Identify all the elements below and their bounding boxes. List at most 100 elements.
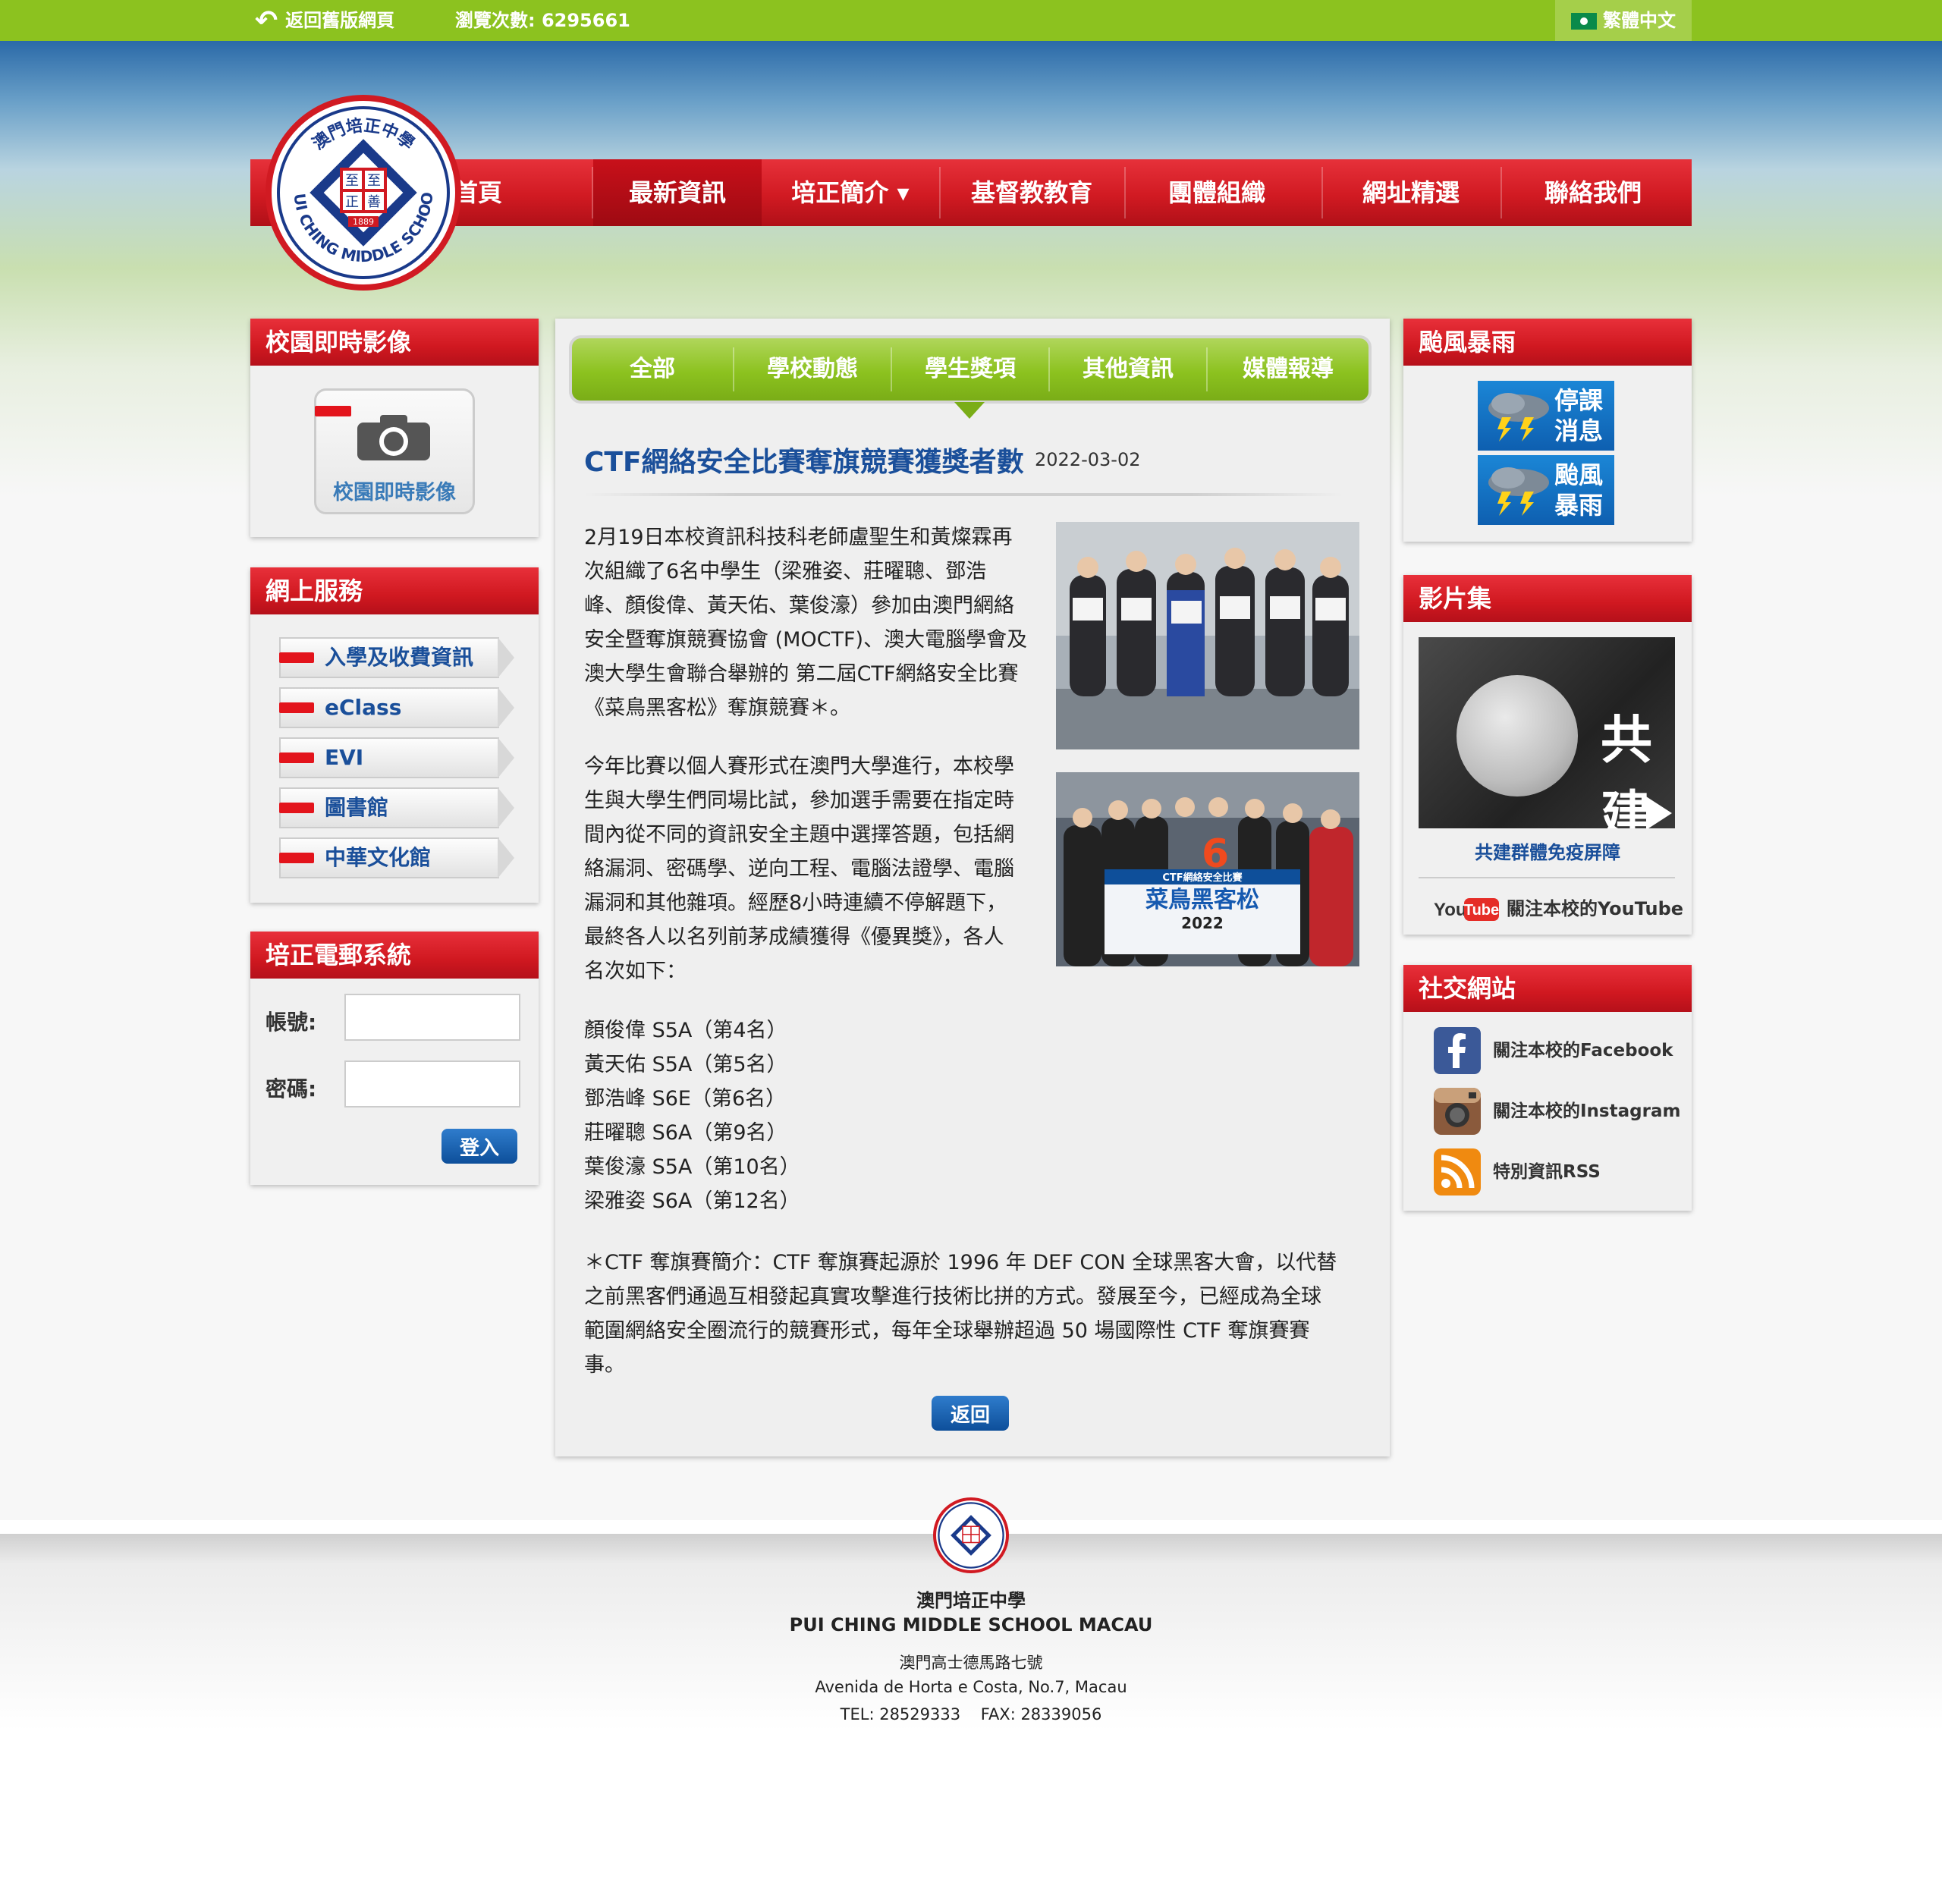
video-caption-link[interactable]: 共建群體免疫屏障 [1403,837,1692,864]
typhoon-rainstorm-button[interactable]: 颱風暴雨 [1478,455,1614,525]
photo-overlay-number: 6 [1202,831,1230,877]
video-thumbnail[interactable]: 共建 [1419,637,1675,828]
divider [1419,877,1675,878]
footer-school-name-en: PUI CHING MIDDLE SCHOOL MACAU [789,1614,1153,1635]
tab-media-reports[interactable]: 媒體報導 [1208,338,1369,401]
youtube-follow-link[interactable]: 關注本校的YouTube [1507,895,1683,922]
text-line: 生與大學生們同場比試，參加選手需要在指定時 [584,789,1014,812]
winner-item: 黃天佑 S5A（第5名） [584,1053,787,1076]
storm-cloud-icon [1488,393,1549,441]
service-eclass[interactable]: eClass [279,687,516,728]
svg-text:至: 至 [345,173,359,189]
language-selector[interactable]: 繁體中文 [1555,0,1692,41]
svg-text:至: 至 [367,173,381,189]
tab-school-news[interactable]: 學校動態 [734,338,891,401]
school-crest-icon [938,1502,1004,1569]
service-arrow-tip [498,787,514,828]
text-line: 事。 [584,1353,625,1377]
macau-flag-icon [1571,13,1597,30]
visit-counter: 瀏覽次數: 6295661 [455,10,630,31]
login-button[interactable]: 登入 [442,1129,517,1164]
team-banner-photo[interactable]: 菜鳥黑客松 CTF網絡安全比賽 2022 6 [1056,772,1359,966]
award-group-photo[interactable] [1056,522,1359,749]
service-arrow-tip [498,837,514,878]
main-content: 全部 學校動態 學生獎項 其他資訊 媒體報導 CTF網絡安全比賽奪旗競賽獲獎者數… [555,319,1390,1456]
service-admission-fees[interactable]: 入學及收費資訊 [279,637,516,678]
red-flag-marker [279,853,314,863]
panel-title: 影片集 [1403,575,1692,622]
password-input[interactable] [344,1060,520,1108]
tab-student-awards[interactable]: 學生獎項 [892,338,1048,401]
video-gallery-panel: 影片集 共建 共建群體免疫屏障 You Tube 關注本校的YouTube [1403,575,1692,935]
service-library[interactable]: 圖書館 [279,787,516,828]
back-button[interactable]: 返回 [932,1396,1009,1431]
red-flag-marker [279,652,314,663]
winner-item: 梁雅姿 S6A（第12名） [584,1189,800,1213]
group-photo-image [1056,522,1359,749]
facebook-icon [1434,1027,1481,1074]
text-line: 間內從不同的資訊安全主題中選擇答題，包括網 [584,823,1014,847]
account-input[interactable] [344,994,520,1041]
service-chinese-culture[interactable]: 中華文化館 [279,837,516,878]
svg-text:正: 正 [345,194,359,210]
back-to-old-site-link[interactable]: ↶ 返回舊版網頁 [255,0,394,41]
storm-cloud-icon [1488,467,1549,516]
footer-logo [933,1497,1009,1573]
nav-organizations[interactable]: 團體組織 [1126,159,1308,226]
service-label: 圖書館 [325,795,389,820]
red-flag-marker [315,406,351,416]
svg-text:菜鳥黑客松: 菜鳥黑客松 [1145,887,1259,913]
play-icon [1646,796,1672,828]
winner-item: 顏俊偉 S5A（第4名） [584,1019,787,1042]
typhoon-panel: 颱風暴雨 停課消息 颱風暴雨 [1403,319,1692,542]
footer-address-en: Avenida de Horta e Costa, No.7, Macau [815,1678,1127,1696]
panel-title: 網上服務 [250,567,539,614]
school-logo[interactable]: 澳門培正中學 PUI CHING MIDDLE SCHOOL 至 至 正 善 1… [266,95,461,291]
class-suspension-button[interactable]: 停課消息 [1478,381,1614,451]
red-flag-marker [279,803,314,813]
text-line: 之前黑客們通過互相發起真實攻擊進行技術比拼的方式。發展至今，已經成為全球 [584,1285,1321,1309]
tab-all[interactable]: 全部 [572,338,733,401]
text-line: 最終各人以名列前茅成績獲得《優異獎》，各人 [584,925,1004,949]
top-bar: ↶ 返回舊版網頁 瀏覽次數: 6295661 繁體中文 [0,0,1942,41]
panel-title: 校園即時影像 [250,319,539,366]
thumbnail-circle [1456,675,1578,796]
winners-list: 顏俊偉 S5A（第4名） 黃天佑 S5A（第5名） 鄧浩峰 S6E（第6名） 莊… [584,1013,1047,1218]
nav-contact[interactable]: 聯絡我們 [1502,159,1684,226]
service-label: 入學及收費資訊 [325,645,474,670]
footer-contact: TEL: 28529333 FAX: 28339056 [840,1705,1102,1723]
youtube-icon[interactable]: You Tube [1434,895,1499,922]
nav-latest-news[interactable]: 最新資訊 [593,159,762,226]
news-category-tabs: 全部 學校動態 學生獎項 其他資訊 媒體報導 [569,335,1372,404]
red-flag-marker [279,702,314,713]
campus-live-button[interactable]: 校園即時影像 [314,388,475,514]
social-networks-panel: 社交網站 關注本校的Facebook 關注本校的Instagram 特別資訊RS… [1403,965,1692,1211]
text-line: 範圍網絡安全圈流行的競賽形式，每年全球舉辦超過 50 場國際性 CTF 奪旗賽賽 [584,1319,1310,1343]
nav-links[interactable]: 網址精選 [1323,159,1499,226]
email-login-panel: 培正電郵系統 帳號: 密碼: 登入 [250,932,539,1185]
nav-christian-education[interactable]: 基督教教育 [941,159,1123,226]
text-line: 次組織了6名中學生（梁雅姿、莊曜聰、鄧浩 [584,560,987,583]
panel-title: 社交網站 [1403,965,1692,1012]
article-paragraph-2: 今年比賽以個人賽形式在澳門大學進行，本校學 生與大學生們同場比試，參加選手需要在… [584,749,1047,988]
text-line: ＊CTF 奪旗賽簡介：CTF 奪旗賽起源於 1996 年 DEF CON 全球黑… [584,1251,1337,1274]
rss-icon [1434,1148,1481,1195]
service-arrow-tip [498,637,514,678]
service-evi[interactable]: EVI [279,737,516,778]
camera-icon [357,415,430,460]
typhoon-rainstorm-label: 颱風暴雨 [1554,460,1603,520]
title-divider [584,493,1343,496]
winner-item: 莊曜聰 S6A（第9名） [584,1121,787,1145]
instagram-icon [1434,1088,1481,1135]
tab-other-info[interactable]: 其他資訊 [1050,338,1206,401]
svg-text:Tube: Tube [1464,902,1499,919]
winner-item: 鄧浩峰 S6E（第6名） [584,1087,787,1111]
nav-about[interactable]: 培正簡介 ▾ [763,159,938,226]
account-label: 帳號: [266,1010,317,1035]
service-arrow-tip [498,737,514,778]
class-suspension-label: 停課消息 [1554,386,1603,445]
footer-school-name-zh: 澳門培正中學 [916,1590,1026,1611]
service-arrow-tip [498,687,514,728]
campus-live-panel: 校園即時影像 校園即時影像 [250,319,539,537]
text-line: 《菜鳥黑客松》奪旗競賽＊。 [584,696,850,720]
